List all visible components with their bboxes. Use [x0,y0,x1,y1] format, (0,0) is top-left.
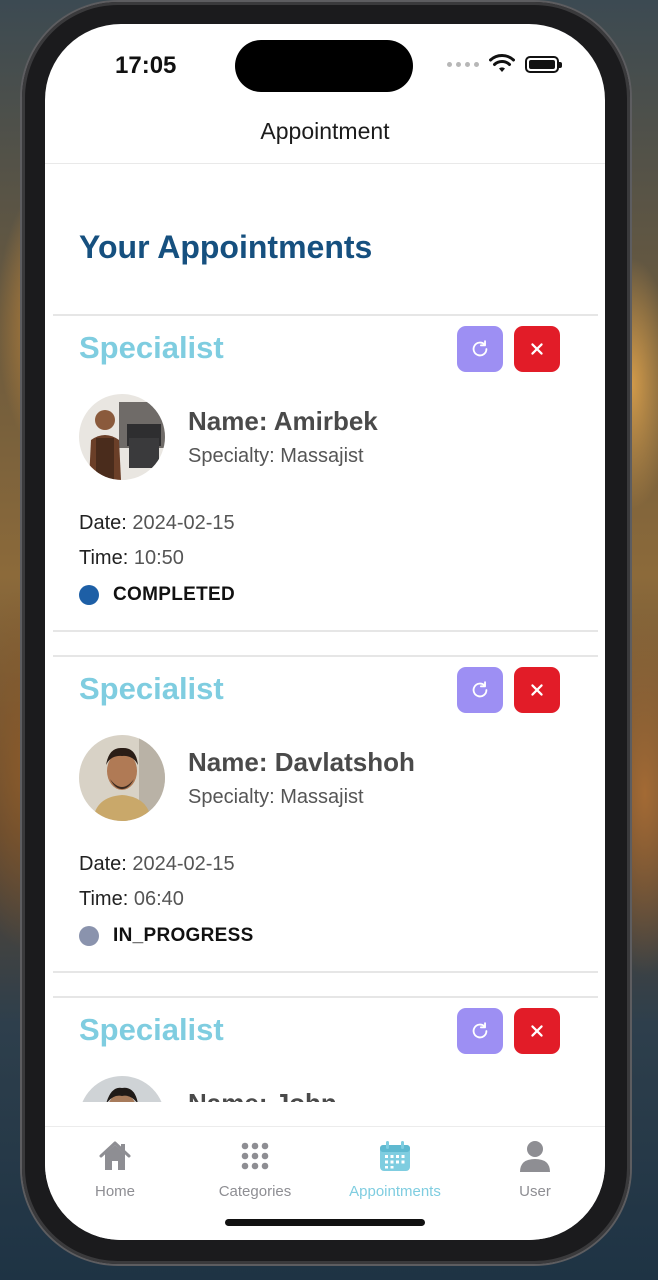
status-badge: COMPLETED [79,584,235,606]
time-label: Time: [79,888,129,910]
card-divider [53,630,598,632]
app-screen: 17:05 Appointment Your Appointments Spec… [45,24,605,1240]
tab-home[interactable]: Home [45,1139,185,1200]
status-text: COMPLETED [113,584,235,605]
date-value: 2024-02-15 [132,853,235,875]
signal-icon [447,61,479,67]
tab-label: Appointments [349,1183,441,1200]
dynamic-island [235,40,413,92]
grid-icon [241,1142,269,1170]
home-indicator[interactable] [225,1219,425,1226]
nav-divider [45,163,605,164]
appointment-card: Specialist Name: John [53,996,598,1102]
cancel-appointment-button[interactable] [514,326,560,372]
wifi-icon [489,54,515,72]
card-divider [53,314,598,316]
cancel-appointment-button[interactable] [514,667,560,713]
specialist-specialty: Specialty: Massajist [188,786,364,808]
date-value: 2024-02-15 [132,512,235,534]
appointment-date: Date: 2024-02-15 [79,853,235,876]
refresh-icon [472,1022,488,1039]
status-dot [79,926,99,946]
user-icon [520,1141,550,1172]
tab-appointments[interactable]: Appointments [325,1139,465,1200]
appointment-date: Date: 2024-02-15 [79,512,235,535]
close-icon [531,1025,543,1037]
time-value: 06:40 [133,888,184,910]
avatar [79,1076,165,1102]
page-heading: Your Appointments [79,229,373,265]
close-icon [531,343,543,355]
status-dot [79,585,99,605]
specialist-name: Name: Davlatshoh [188,747,415,777]
reschedule-button[interactable] [457,326,503,372]
date-label: Date: [79,853,127,875]
calendar-icon [380,1141,410,1171]
card-divider [53,996,598,998]
appointment-time: Time: 06:40 [79,888,184,911]
avatar [79,394,165,480]
card-title: Specialist [79,671,224,706]
time-label: Time: [79,547,129,569]
reschedule-button[interactable] [457,1008,503,1054]
reschedule-button[interactable] [457,667,503,713]
specialist-name: Name: Amirbek [188,406,378,436]
status-text: IN_PROGRESS [113,925,254,946]
tab-categories[interactable]: Categories [185,1139,325,1200]
card-title: Specialist [79,330,224,365]
refresh-icon [472,681,488,698]
appointment-time: Time: 10:50 [79,547,184,570]
card-title: Specialist [79,1012,224,1047]
status-badge: IN_PROGRESS [79,925,254,947]
avatar [79,735,165,821]
card-divider [53,655,598,657]
cancel-appointment-button[interactable] [514,1008,560,1054]
specialist-specialty: Specialty: Massajist [188,445,364,467]
tab-label: Categories [218,1183,292,1200]
home-icon [99,1141,131,1170]
status-time: 17:05 [115,52,177,79]
refresh-icon [472,340,488,357]
specialist-name: Name: John [188,1088,337,1102]
tab-user[interactable]: User [465,1139,605,1200]
battery-icon [525,55,562,73]
nav-title: Appointment [260,118,390,144]
tab-label: User [519,1183,551,1200]
time-value: 10:50 [133,547,184,569]
status-icons [447,54,562,74]
date-label: Date: [79,512,127,534]
close-icon [531,684,543,696]
tab-label: Home [94,1183,135,1200]
card-divider [53,971,598,973]
